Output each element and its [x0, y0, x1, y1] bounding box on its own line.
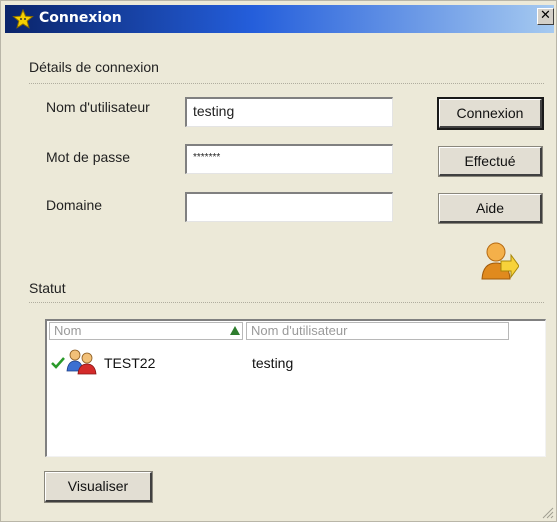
- column-header-username-label: Nom d'utilisateur: [251, 323, 348, 338]
- column-header-name[interactable]: Nom: [49, 322, 243, 340]
- login-dialog: Connexion ✕ Détails de connexion Nom d'u…: [0, 0, 557, 522]
- status-section-label: Statut: [29, 280, 66, 296]
- domain-field[interactable]: [185, 192, 393, 222]
- column-header-username[interactable]: Nom d'utilisateur: [246, 322, 509, 340]
- details-section-label: Détails de connexion: [29, 59, 159, 75]
- username-field[interactable]: testing: [185, 97, 393, 127]
- view-button[interactable]: Visualiser: [44, 471, 153, 503]
- username-label: Nom d'utilisateur: [46, 99, 150, 115]
- column-header-name-label: Nom: [54, 323, 82, 338]
- status-separator: [29, 302, 544, 303]
- sort-ascending-icon: [230, 326, 240, 335]
- star-icon: [12, 9, 34, 29]
- user-arrow-icon: [481, 242, 519, 280]
- status-list[interactable]: Nom Nom d'utilisateur TEST22 testing: [45, 319, 546, 457]
- password-field[interactable]: *******: [185, 144, 393, 174]
- title-bar[interactable]: Connexion ✕: [5, 5, 554, 33]
- details-separator: [29, 83, 544, 84]
- domain-label: Domaine: [46, 197, 103, 213]
- resize-grip-icon[interactable]: [540, 505, 554, 519]
- done-button[interactable]: Effectué: [438, 146, 543, 177]
- help-button[interactable]: Aide: [438, 193, 543, 224]
- close-icon: ✕: [540, 8, 551, 23]
- check-icon: [51, 357, 65, 369]
- password-label: Mot de passe: [46, 149, 131, 165]
- connect-button[interactable]: Connexion: [437, 97, 544, 130]
- table-row[interactable]: TEST22 testing: [47, 345, 542, 375]
- row-username: testing: [252, 355, 294, 371]
- close-button[interactable]: ✕: [537, 8, 554, 25]
- users-icon: [66, 349, 97, 375]
- row-name: TEST22: [104, 355, 156, 371]
- window-title: Connexion: [39, 10, 122, 26]
